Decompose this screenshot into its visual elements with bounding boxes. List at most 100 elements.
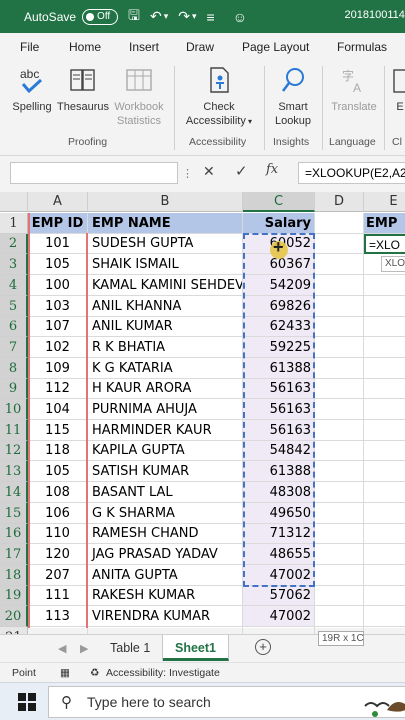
row-header[interactable]: 8 (0, 358, 28, 379)
cell[interactable] (364, 606, 405, 627)
translate-button[interactable]: 字 A Translate (328, 64, 380, 114)
table-cell-salary[interactable]: 59225 (243, 337, 315, 358)
table-cell-salary[interactable]: 71312 (243, 524, 315, 544)
table-cell-id[interactable]: 108 (28, 482, 88, 503)
column-header-b[interactable]: B (88, 192, 243, 212)
table-cell-name[interactable]: R K BHATIA (88, 337, 243, 358)
chevron-down-icon[interactable]: ▾ (192, 11, 197, 22)
add-sheet-icon[interactable]: + (255, 639, 271, 655)
cell[interactable] (364, 544, 405, 565)
cell[interactable] (315, 399, 364, 420)
row-header[interactable]: 20 (0, 606, 28, 627)
row-header[interactable]: 18 (0, 565, 28, 586)
sheet-tab-sheet1[interactable]: Sheet1 (163, 635, 229, 661)
row-header[interactable]: 9 (0, 379, 28, 399)
table-cell-salary[interactable]: 69826 (243, 296, 315, 317)
table-cell-id[interactable]: 105 (28, 254, 88, 275)
cell[interactable] (315, 337, 364, 358)
table-cell-name[interactable]: ANIL KUMAR (88, 317, 243, 337)
table-cell-id[interactable]: 100 (28, 275, 88, 296)
table-cell-id[interactable]: 109 (28, 358, 88, 379)
row-header[interactable]: 14 (0, 482, 28, 503)
table-cell-salary[interactable]: 48655 (243, 544, 315, 565)
table-cell-salary[interactable]: 49650 (243, 503, 315, 524)
table-cell-id[interactable]: 111 (28, 586, 88, 606)
cell[interactable] (364, 565, 405, 586)
taskbar-search[interactable]: ⚲ Type here to search (48, 686, 405, 718)
table-cell-id[interactable]: 118 (28, 441, 88, 461)
table-cell-salary[interactable]: 48308 (243, 482, 315, 503)
table-cell-name[interactable]: ANITA GUPTA (88, 565, 243, 586)
check-accessibility-button[interactable]: Check Accessibility ▾ (180, 64, 258, 129)
cell[interactable] (315, 586, 364, 606)
cell[interactable] (364, 524, 405, 544)
cell[interactable] (364, 399, 405, 420)
autosave-toggle[interactable]: Off (82, 8, 119, 25)
row-header[interactable]: 13 (0, 461, 28, 482)
column-header-c[interactable]: C (243, 192, 315, 212)
cell[interactable] (315, 213, 364, 234)
row-header[interactable]: 2 (0, 234, 28, 254)
column-header-e[interactable]: E (364, 192, 405, 212)
sheet-tab-table-1[interactable]: Table 1 (98, 635, 164, 661)
table-cell-id[interactable]: 113 (28, 606, 88, 627)
table-cell-name[interactable]: BASANT LAL (88, 482, 243, 503)
table-cell-salary[interactable]: 62433 (243, 317, 315, 337)
cell[interactable] (315, 565, 364, 586)
table-cell-salary[interactable]: 57062 (243, 586, 315, 606)
smart-lookup-button[interactable]: Smart Lookup (270, 64, 316, 128)
row-header[interactable]: 1 (0, 213, 28, 234)
table-cell-name[interactable]: VIRENDRA KUMAR (88, 606, 243, 627)
cell[interactable] (364, 358, 405, 379)
table-cell-salary[interactable]: 47002 (243, 565, 315, 586)
table-cell-salary[interactable]: 61388 (243, 358, 315, 379)
cell[interactable] (364, 275, 405, 296)
table-cell-salary[interactable]: 56163 (243, 399, 315, 420)
ribbon-cut-off-button[interactable]: E (390, 64, 405, 114)
cell[interactable] (315, 461, 364, 482)
smiley-feedback-icon[interactable]: ☺ (233, 9, 247, 25)
row-header[interactable]: 17 (0, 544, 28, 565)
autocomplete-tooltip[interactable]: XLO (381, 256, 405, 272)
table-cell-id[interactable]: 120 (28, 544, 88, 565)
cell[interactable] (315, 524, 364, 544)
table-cell-salary[interactable]: 47002 (243, 606, 315, 627)
cell[interactable] (315, 441, 364, 461)
table-cell-salary[interactable]: 56163 (243, 420, 315, 441)
cell[interactable] (364, 317, 405, 337)
tab-file[interactable]: File (20, 40, 39, 54)
table-cell-name[interactable]: KAPILA GUPTA (88, 441, 243, 461)
header-cell-salary[interactable]: Salary (243, 213, 315, 234)
macro-record-icon[interactable]: ▦ (60, 667, 70, 679)
save-icon[interactable]: 🖫 (128, 5, 140, 29)
insert-function-icon[interactable]: fx (266, 162, 278, 177)
tab-formulas[interactable]: Formulas (337, 40, 387, 54)
row-header[interactable]: 16 (0, 524, 28, 544)
name-box[interactable] (10, 162, 178, 184)
table-cell-name[interactable]: SUDESH GUPTA (88, 234, 243, 254)
thesaurus-button[interactable]: Thesaurus (56, 64, 110, 114)
header-cell-emp-name[interactable]: EMP NAME (88, 213, 243, 234)
active-cell-e2[interactable]: =XLO (364, 234, 405, 254)
table-cell-id[interactable]: 110 (28, 524, 88, 544)
tab-insert[interactable]: Insert (129, 40, 159, 54)
table-cell-id[interactable]: 104 (28, 399, 88, 420)
more-options-icon[interactable]: ⋮ (182, 167, 193, 180)
table-cell-salary[interactable]: 56163 (243, 379, 315, 399)
table-cell-name[interactable]: HARMINDER KAUR (88, 420, 243, 441)
table-cell-name[interactable]: K G KATARIA (88, 358, 243, 379)
table-cell-name[interactable]: SHAIK ISMAIL (88, 254, 243, 275)
header-cell-emp-id[interactable]: EMP ID (28, 213, 88, 234)
table-cell-name[interactable]: SATISH KUMAR (88, 461, 243, 482)
table-cell-id[interactable]: 103 (28, 296, 88, 317)
scroll-left-icon[interactable]: ◀ (58, 642, 66, 655)
table-cell-salary[interactable]: 61388 (243, 461, 315, 482)
cell[interactable] (315, 254, 364, 275)
chevron-down-icon[interactable]: ▾ (164, 11, 169, 22)
row-header[interactable]: 4 (0, 275, 28, 296)
tab-page-layout[interactable]: Page Layout (242, 40, 309, 54)
workbook-statistics-button[interactable]: Workbook Statistics (110, 64, 168, 128)
row-header[interactable]: 5 (0, 296, 28, 317)
row-header[interactable]: 3 (0, 254, 28, 275)
table-cell-name[interactable]: KAMAL KAMINI SEHDEV (88, 275, 243, 296)
